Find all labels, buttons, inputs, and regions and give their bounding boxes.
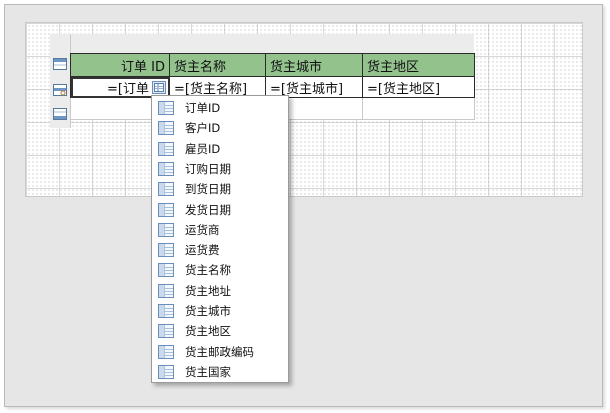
field-list-icon xyxy=(154,83,164,92)
menu-item[interactable]: 到货日期 xyxy=(153,179,287,199)
menu-item-label: 货主名称 xyxy=(185,263,231,278)
menu-item-label: 发货日期 xyxy=(185,202,231,217)
menu-item-label: 运货费 xyxy=(185,243,220,258)
menu-item-label: 货主邮政编码 xyxy=(185,344,254,359)
detail-cell[interactable]: =[货主地区] xyxy=(362,76,475,98)
table-detail-row-icon[interactable] xyxy=(53,84,67,96)
menu-item-label: 运货商 xyxy=(185,222,220,237)
menu-item-label: 货主国家 xyxy=(185,364,231,379)
menu-item-label: 雇员ID xyxy=(185,141,221,156)
field-icon xyxy=(158,182,174,197)
header-cell[interactable]: 货主名称 xyxy=(169,53,266,77)
field-icon xyxy=(158,121,174,136)
menu-item-label: 客户ID xyxy=(185,121,221,136)
field-icon xyxy=(158,222,174,237)
menu-item-label: 货主地址 xyxy=(185,283,231,298)
field-icon xyxy=(158,304,174,318)
menu-item[interactable]: 货主地区 xyxy=(153,321,287,341)
menu-item[interactable]: 货主城市 xyxy=(153,301,287,321)
column-handle-bar[interactable] xyxy=(70,34,474,54)
field-icon xyxy=(158,243,174,258)
field-icon xyxy=(158,202,174,217)
menu-item-label: 订单ID xyxy=(185,101,221,115)
header-cell[interactable]: 货主地区 xyxy=(362,53,475,77)
menu-item[interactable]: 货主邮政编码 xyxy=(153,342,287,362)
table-header-row: 订单 ID 货主名称 货主城市 货主地区 xyxy=(70,53,475,77)
menu-item[interactable]: 客户ID xyxy=(153,118,287,138)
menu-item[interactable]: 货主名称 xyxy=(153,260,287,280)
field-list-button[interactable] xyxy=(152,81,166,94)
menu-item[interactable]: 发货日期 xyxy=(153,200,287,220)
field-icon xyxy=(158,101,174,115)
menu-item[interactable]: 订购日期 xyxy=(153,159,287,179)
field-icon xyxy=(158,161,174,176)
footer-cell[interactable] xyxy=(362,97,475,120)
field-icon xyxy=(158,364,174,379)
menu-item-label: 到货日期 xyxy=(185,182,231,197)
field-icon xyxy=(158,344,174,359)
menu-item-label: 货主城市 xyxy=(185,304,231,318)
menu-item[interactable]: 运货商 xyxy=(153,220,287,240)
header-cell[interactable]: 订单 ID xyxy=(70,53,170,77)
field-icon xyxy=(158,324,174,339)
menu-item[interactable]: 雇员ID xyxy=(153,139,287,159)
menu-item-label: 货主地区 xyxy=(185,324,231,339)
menu-item[interactable]: 货主地址 xyxy=(153,281,287,301)
table-header-row-icon[interactable] xyxy=(53,58,67,70)
field-icon xyxy=(158,283,174,298)
menu-item[interactable]: 运货费 xyxy=(153,240,287,260)
menu-item-label: 订购日期 xyxy=(185,161,231,176)
menu-item[interactable]: 订单ID xyxy=(153,98,287,118)
table-footer-row-icon[interactable] xyxy=(53,108,67,120)
field-icon xyxy=(158,141,174,156)
menu-item[interactable]: 货主国家 xyxy=(153,362,287,382)
header-cell[interactable]: 货主城市 xyxy=(265,53,363,77)
row-handle-bar[interactable] xyxy=(50,34,71,128)
field-dropdown-menu: 订单ID 客户ID 雇员ID 订购日期到货日期发货日期运货商运货费货主名称货主地址货主… xyxy=(151,95,289,383)
field-icon xyxy=(158,263,174,278)
